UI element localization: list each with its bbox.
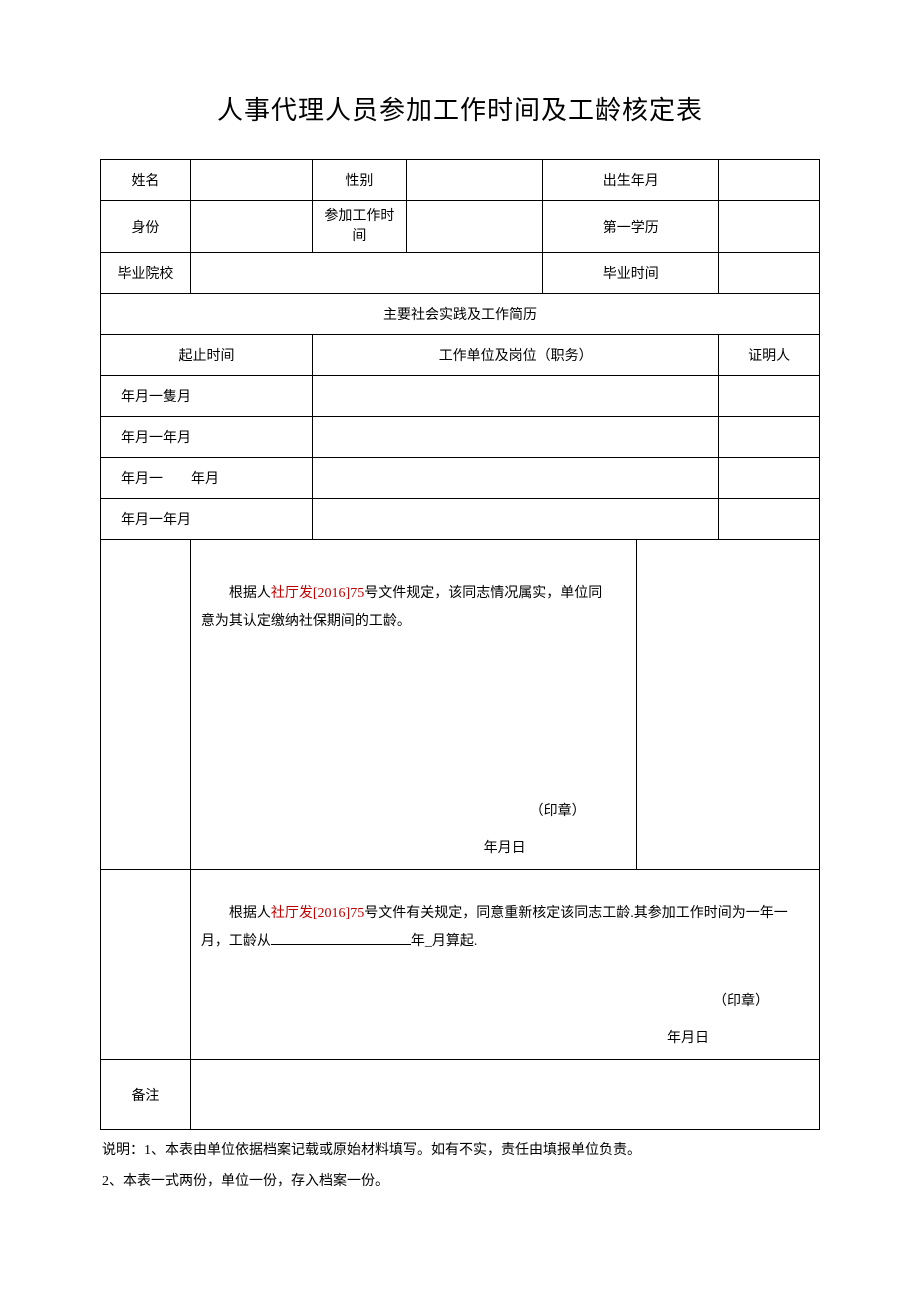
label-workstart: 参加工作时间: [313, 201, 406, 253]
table-row: 起止时间 工作单位及岗位（职务） 证明人: [101, 335, 820, 376]
label-gender: 性别: [313, 160, 406, 201]
period-1: 年月一隻月: [101, 376, 313, 417]
value-graddate: [719, 253, 820, 294]
label-remark: 备注: [101, 1060, 191, 1130]
label-gradschool: 毕业院校: [101, 253, 191, 294]
value-birth: [719, 160, 820, 201]
value-name: [190, 160, 312, 201]
table-row: 年月一年月: [101, 417, 820, 458]
witness-4: [719, 499, 820, 540]
label-witness: 证明人: [719, 335, 820, 376]
value-workstart: [406, 201, 543, 253]
table-row: 年月一隻月: [101, 376, 820, 417]
unit-4: [313, 499, 719, 540]
opinion1-pre: 根据人: [229, 586, 271, 601]
label-period: 起止时间: [101, 335, 313, 376]
note-2: 2、本表一式两份，单位一份，存入档案一份。: [102, 1167, 820, 1198]
period-3: 年月一 年月: [101, 458, 313, 499]
opinion2-body: 根据人社厅发[2016]75号文件有关规定，同意重新核定该同志工龄.其参加工作时…: [190, 870, 819, 1060]
table-row: 备注: [101, 1060, 820, 1130]
witness-2: [719, 417, 820, 458]
value-gradschool: [190, 253, 542, 294]
value-identity: [190, 201, 312, 253]
period-4: 年月一年月: [101, 499, 313, 540]
table-row: 毕业院校 毕业时间: [101, 253, 820, 294]
unit-1: [313, 376, 719, 417]
witness-3: [719, 458, 820, 499]
label-unitpost: 工作单位及岗位（职务）: [313, 335, 719, 376]
opinion1-date: 年月日: [191, 836, 636, 861]
opinion1-label: [101, 540, 191, 870]
period-2: 年月一年月: [101, 417, 313, 458]
table-row: 根据人社厅发[2016]75号文件规定，该同志情况属实，单位同意为其认定缴纳社保…: [101, 540, 820, 870]
label-graddate: 毕业时间: [543, 253, 719, 294]
opinion2-blank: [271, 931, 411, 945]
value-remark: [190, 1060, 819, 1130]
opinion1-body: 根据人社厅发[2016]75号文件规定，该同志情况属实，单位同意为其认定缴纳社保…: [190, 540, 636, 870]
opinion2-red: 社厅发[2016]75: [271, 906, 364, 921]
page-title: 人事代理人员参加工作时间及工龄核定表: [100, 90, 820, 127]
opinion2-label: [101, 870, 191, 1060]
footnotes: 说明：1、本表由单位依据档案记载或原始材料填写。如有不实，责任由填报单位负责。 …: [100, 1136, 820, 1198]
opinion2-stamp: （印章）: [191, 988, 819, 1026]
label-identity: 身份: [101, 201, 191, 253]
opinion1-right: [636, 540, 819, 870]
label-name: 姓名: [101, 160, 191, 201]
table-row: 身份 参加工作时间 第一学历: [101, 201, 820, 253]
resume-header: 主要社会实践及工作简历: [101, 294, 820, 335]
table-row: 根据人社厅发[2016]75号文件有关规定，同意重新核定该同志工龄.其参加工作时…: [101, 870, 820, 1060]
opinion2-pre: 根据人: [229, 906, 271, 921]
table-row: 年月一年月: [101, 499, 820, 540]
value-gender: [406, 160, 543, 201]
table-row: 姓名 性别 出生年月: [101, 160, 820, 201]
note-1: 说明：1、本表由单位依据档案记载或原始材料填写。如有不实，责任由填报单位负责。: [102, 1136, 820, 1167]
opinion2-date: 年月日: [191, 1026, 819, 1051]
table-row: 年月一 年月: [101, 458, 820, 499]
witness-1: [719, 376, 820, 417]
unit-2: [313, 417, 719, 458]
unit-3: [313, 458, 719, 499]
opinion1-red: 社厅发[2016]75: [271, 586, 364, 601]
value-firstdegree: [719, 201, 820, 253]
label-firstdegree: 第一学历: [543, 201, 719, 253]
verification-table: 姓名 性别 出生年月 身份 参加工作时间 第一学历 毕业院校 毕业时间 主要社会…: [100, 159, 820, 1130]
table-row: 主要社会实践及工作简历: [101, 294, 820, 335]
label-birth: 出生年月: [543, 160, 719, 201]
opinion1-stamp: （印章）: [191, 798, 636, 836]
opinion2-tail: 年_月算起.: [411, 934, 478, 949]
